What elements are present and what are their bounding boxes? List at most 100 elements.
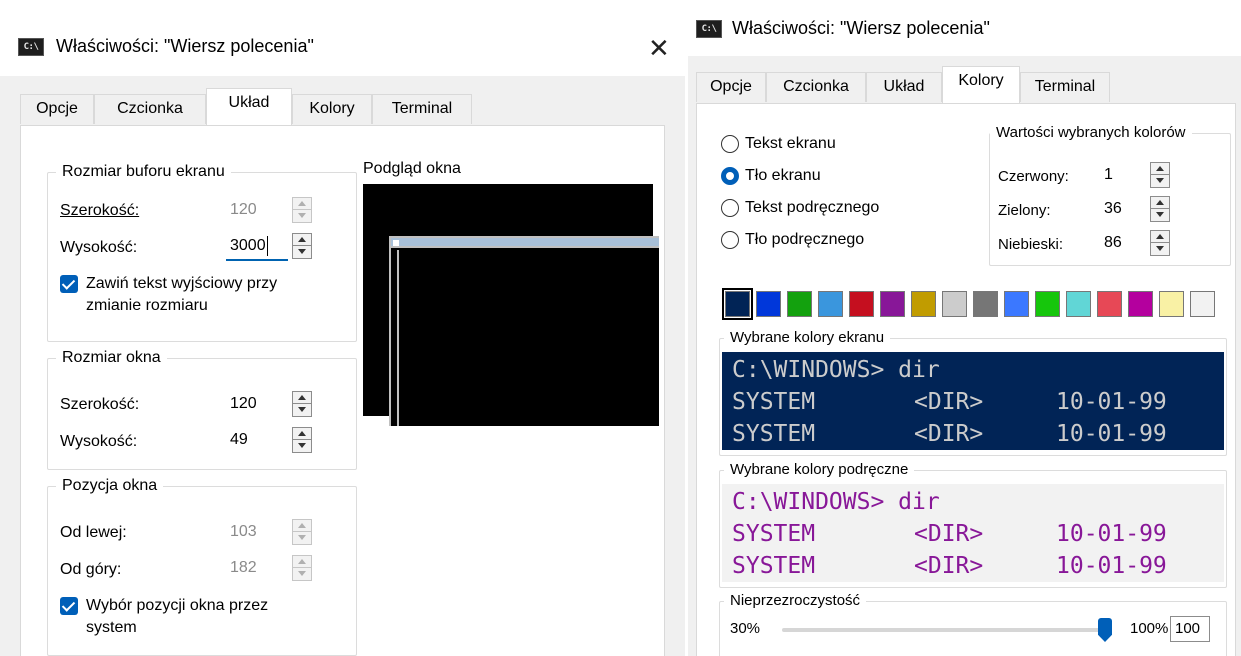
palette-swatch[interactable] (787, 291, 812, 317)
spin-up-icon (293, 556, 311, 568)
spin-up-icon[interactable] (293, 428, 311, 440)
opacity-slider-thumb[interactable] (1098, 618, 1112, 642)
red-stepper[interactable]: 1 (1100, 160, 1172, 190)
palette-swatch[interactable] (1159, 291, 1184, 317)
spin-down-icon[interactable] (293, 440, 311, 452)
spin-up-icon[interactable] (1151, 197, 1169, 209)
radio-popup-text-label[interactable]: Tekst podręcznego (745, 198, 879, 218)
tab-opcje[interactable]: Opcje (20, 94, 94, 124)
tab-czcionka[interactable]: Czcionka (766, 72, 866, 102)
tab-opcje[interactable]: Opcje (696, 72, 766, 102)
spin-down-icon[interactable] (1151, 209, 1169, 221)
preview-title-bar (391, 238, 659, 248)
properties-dialog-layout: C:\ Właściwości: "Wiersz polecenia" ✕ Op… (0, 0, 685, 656)
palette-swatch[interactable] (880, 291, 905, 317)
palette-swatch[interactable] (756, 291, 781, 317)
buffer-height-value[interactable]: 3000 (226, 231, 288, 261)
spin-down-icon[interactable] (293, 246, 311, 258)
tab-kolory[interactable]: Kolory (942, 66, 1020, 103)
spin-down-icon[interactable] (293, 404, 311, 416)
palette-swatch[interactable] (1035, 291, 1060, 317)
console-app-icon: C:\ (18, 38, 44, 56)
window-preview (363, 184, 659, 426)
palette-swatch[interactable] (818, 291, 843, 317)
red-value[interactable]: 1 (1100, 160, 1146, 190)
window-title: Właściwości: "Wiersz polecenia" (732, 18, 990, 38)
preview-window-frame (389, 236, 659, 426)
palette-swatch[interactable] (722, 288, 753, 320)
properties-dialog-colors: C:\ Właściwości: "Wiersz polecenia" Opcj… (688, 0, 1241, 656)
buffer-height-text: 3000 (230, 237, 266, 254)
tab-terminal[interactable]: Terminal (1020, 72, 1110, 102)
close-icon[interactable]: ✕ (648, 36, 670, 62)
buffer-width-stepper[interactable]: 120 (226, 195, 314, 225)
sample-line-1: C:\WINDOWS> dir (732, 489, 940, 515)
window-width-value[interactable]: 120 (226, 389, 288, 419)
palette-swatch[interactable] (1190, 291, 1215, 317)
buffer-height-stepper[interactable]: 3000 (226, 231, 314, 261)
position-left-stepper[interactable]: 103 (226, 517, 314, 547)
spin-up-icon[interactable] (1151, 163, 1169, 175)
palette-swatch[interactable] (973, 291, 998, 317)
green-stepper[interactable]: 36 (1100, 194, 1172, 224)
blue-stepper[interactable]: 86 (1100, 228, 1172, 258)
position-top-value[interactable]: 182 (226, 553, 288, 583)
window-height-arrows (292, 427, 312, 453)
blue-value[interactable]: 86 (1100, 228, 1146, 258)
sample-line-2-col2: <DIR> (914, 521, 984, 547)
color-values-group: Wartości wybranych kolorów Czerwony: 1 Z… (989, 123, 1231, 266)
palette-swatch[interactable] (911, 291, 936, 317)
window-height-stepper[interactable]: 49 (226, 425, 314, 455)
window-height-value[interactable]: 49 (226, 425, 288, 455)
sample-line-3-clipped: <DIR> (914, 421, 984, 447)
window-width-stepper[interactable]: 120 (226, 389, 314, 419)
radio-screen-text-label[interactable]: Tekst ekranu (745, 134, 836, 154)
radio-popup-background[interactable] (721, 231, 739, 249)
radio-popup-background-label[interactable]: Tło podręcznego (745, 230, 864, 250)
preview-inner-border (397, 250, 399, 426)
spin-down-icon[interactable] (1151, 243, 1169, 255)
palette-swatch[interactable] (1097, 291, 1122, 317)
spin-down-icon[interactable] (1151, 175, 1169, 187)
buffer-width-value[interactable]: 120 (226, 195, 288, 225)
tab-uklad[interactable]: Układ (866, 72, 942, 102)
tab-uklad[interactable]: Układ (206, 88, 292, 125)
sample-line-2-col1: SYSTEM (732, 389, 816, 415)
palette-swatch[interactable] (1066, 291, 1091, 317)
radio-screen-background-label[interactable]: Tło ekranu (745, 166, 821, 186)
position-top-stepper[interactable]: 182 (226, 553, 314, 583)
spin-up-icon[interactable] (293, 392, 311, 404)
sample-line-1: C:\WINDOWS> dir (732, 357, 940, 383)
radio-screen-text[interactable] (721, 135, 739, 153)
sample-line-3-clipped: SYSTEM (732, 553, 816, 579)
palette-swatch[interactable] (942, 291, 967, 317)
red-arrows (1150, 162, 1170, 188)
spin-up-icon[interactable] (293, 234, 311, 246)
opacity-value-field[interactable]: 100 (1170, 616, 1210, 642)
spin-up-icon[interactable] (1151, 231, 1169, 243)
window-height-label: Wysokość: (60, 433, 138, 450)
screen-colors-sample: C:\WINDOWS> dir SYSTEM <DIR> 10-01-99 SY… (722, 352, 1224, 450)
group-title: Nieprzezroczystość (724, 591, 867, 611)
wrap-text-checkbox[interactable] (60, 275, 78, 293)
system-position-checkbox[interactable] (60, 597, 78, 615)
tab-terminal[interactable]: Terminal (372, 94, 472, 124)
position-left-value[interactable]: 103 (226, 517, 288, 547)
sample-line-3-clipped: 10-01-99 (1056, 553, 1167, 579)
tab-czcionka[interactable]: Czcionka (94, 94, 206, 124)
buffer-size-group: Rozmiar buforu ekranu Szerokość: 120 Wys… (47, 162, 357, 342)
palette-swatch[interactable] (849, 291, 874, 317)
palette-swatch[interactable] (1004, 291, 1029, 317)
radio-screen-background[interactable] (721, 167, 739, 185)
window-width-label: Szerokość: (60, 396, 140, 413)
focus-underline (226, 259, 288, 261)
radio-popup-text[interactable] (721, 199, 739, 217)
palette-swatch[interactable] (1128, 291, 1153, 317)
buffer-width-label: Szerokość: (60, 201, 139, 221)
opacity-slider-track[interactable] (782, 618, 1112, 642)
sample-line-2-col2: <DIR> (914, 389, 984, 415)
tab-kolory[interactable]: Kolory (292, 94, 372, 124)
green-value[interactable]: 36 (1100, 194, 1146, 224)
spin-up-icon (293, 520, 311, 532)
sample-line-3-clipped: <DIR> (914, 553, 984, 579)
